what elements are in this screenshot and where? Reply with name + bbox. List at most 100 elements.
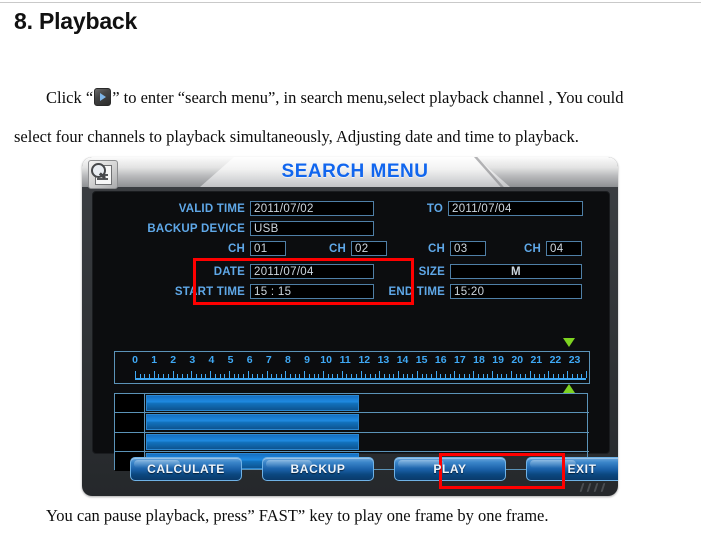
dvr-window-title: SEARCH MENU (281, 161, 429, 182)
timeline-tick (477, 374, 479, 378)
timeline-tick (506, 374, 508, 378)
timeline-tick (374, 374, 376, 378)
timeline-tick (214, 374, 216, 378)
calculate-button[interactable]: CALCULATE (130, 457, 242, 481)
paragraph-1: Click “ ” to enter “search menu”, in sear… (46, 88, 624, 107)
timeline-tick (294, 374, 296, 378)
timeline-tick (407, 374, 409, 378)
paragraph-1-before: Click “ (46, 88, 94, 107)
timeline-tick (275, 374, 277, 378)
end-time-field[interactable]: 15:20 (450, 284, 582, 299)
timeline-tick (144, 374, 146, 378)
timeline-tick (149, 374, 151, 378)
ch4-field[interactable]: 04 (546, 241, 582, 256)
timeline-tick (304, 371, 306, 378)
to-field[interactable]: 2011/07/04 (448, 201, 583, 216)
timeline-hour-17: 17 (454, 354, 466, 366)
paragraph-2: select four channels to playback simulta… (14, 127, 579, 146)
channel-recording-bar[interactable] (146, 414, 359, 431)
ch1-label: CH (227, 243, 245, 255)
page-root: 8. Playback Click “ ” to enter “search me… (0, 0, 701, 535)
document-search-icon[interactable] (88, 160, 118, 189)
timeline-tick (228, 371, 230, 378)
timeline-tick (482, 374, 484, 378)
timeline-hour-8: 8 (284, 354, 291, 366)
timeline-tick (383, 374, 385, 378)
channel-recording-bar[interactable] (146, 395, 359, 411)
timeline-tick (459, 374, 461, 378)
channel-select-box[interactable] (115, 394, 145, 413)
timeline-tick (534, 374, 536, 378)
timeline-tick (426, 374, 428, 378)
timeline-tick (158, 374, 160, 378)
timeline-hour-19: 19 (492, 354, 504, 366)
ch3-field[interactable]: 03 (450, 241, 486, 256)
timeline-tick (271, 374, 273, 378)
timeline-tick (355, 374, 357, 378)
corner-grip-marks (579, 482, 609, 492)
timeline-hour-labels: 0 1 2 3 4 5 6 7 8 9 10 11 12 13 14 15 16 17 18 19 20 21 22 23 (115, 354, 589, 367)
page-title: 8. Playback (14, 8, 138, 34)
timeline-tick (313, 374, 315, 378)
timeline-hour-15: 15 (415, 354, 428, 366)
ch4-label: CH (523, 243, 541, 255)
timeline-tick (351, 374, 353, 378)
timeline-tick (581, 374, 583, 378)
timeline-hour-0: 0 (132, 354, 138, 366)
timeline-tick (238, 374, 240, 378)
timeline-tick (379, 371, 381, 378)
channel-row-3[interactable] (115, 432, 589, 452)
timeline-tick (200, 374, 202, 378)
timeline-tick (369, 374, 371, 378)
ch2-field[interactable]: 02 (351, 241, 387, 256)
timeline-tick (496, 374, 498, 378)
ch1-field[interactable]: 01 (250, 241, 286, 256)
backup-button[interactable]: BACKUP (262, 457, 374, 481)
channel-recording-bar[interactable] (146, 433, 359, 450)
backup-device-field[interactable]: USB (250, 221, 374, 236)
timeline-tick (388, 374, 390, 378)
timeline-tick (308, 374, 310, 378)
timeline-ruler[interactable]: 0 1 2 3 4 5 6 7 8 9 10 11 12 13 14 15 16 17 18 19 20 21 22 23 (114, 351, 590, 384)
timeline-tick (210, 371, 212, 378)
timeline-hour-5: 5 (227, 354, 234, 366)
timeline-tick (163, 374, 165, 378)
timeline-tick (435, 371, 437, 378)
timeline-tick (196, 374, 198, 378)
channel-row-1[interactable] (115, 394, 589, 414)
play-button-icon (94, 88, 112, 106)
timeline-tick (224, 374, 226, 378)
timeline-tick (515, 374, 517, 378)
channel-row-2[interactable] (115, 413, 589, 433)
timeline-tick (280, 374, 282, 378)
ch2-label: CH (328, 243, 346, 255)
timeline-tick (337, 374, 338, 378)
timeline-tick (285, 371, 287, 378)
valid-time-field[interactable]: 2011/07/02 (250, 201, 374, 216)
timeline-tick (548, 371, 550, 378)
timeline-tick (449, 374, 451, 378)
timeline-tick (186, 374, 188, 378)
timeline-hour-22: 22 (549, 354, 562, 366)
timeline-marker-up-arrow (563, 384, 575, 393)
timeline-ticks (135, 371, 587, 380)
timeline-marker-down-arrow (563, 338, 575, 347)
timeline-tick (501, 374, 503, 378)
timeline-baseline (135, 378, 586, 380)
timeline-tick (586, 371, 587, 378)
timeline-tick (576, 374, 578, 378)
timeline-tick (492, 371, 494, 378)
timeline-tick (341, 371, 343, 378)
timeline-tick (473, 371, 475, 378)
timeline-tick (445, 374, 447, 378)
size-field[interactable]: M (450, 264, 582, 279)
timeline-tick (172, 371, 174, 378)
timeline-hour-20: 20 (511, 354, 524, 366)
timeline-tick (510, 371, 512, 378)
ch3-label: CH (427, 243, 445, 255)
timeline-tick (487, 374, 489, 378)
channel-select-box[interactable] (115, 432, 145, 451)
channel-select-box[interactable] (115, 413, 145, 432)
timeline-hour-12: 12 (358, 354, 371, 366)
timeline-tick (360, 371, 362, 378)
